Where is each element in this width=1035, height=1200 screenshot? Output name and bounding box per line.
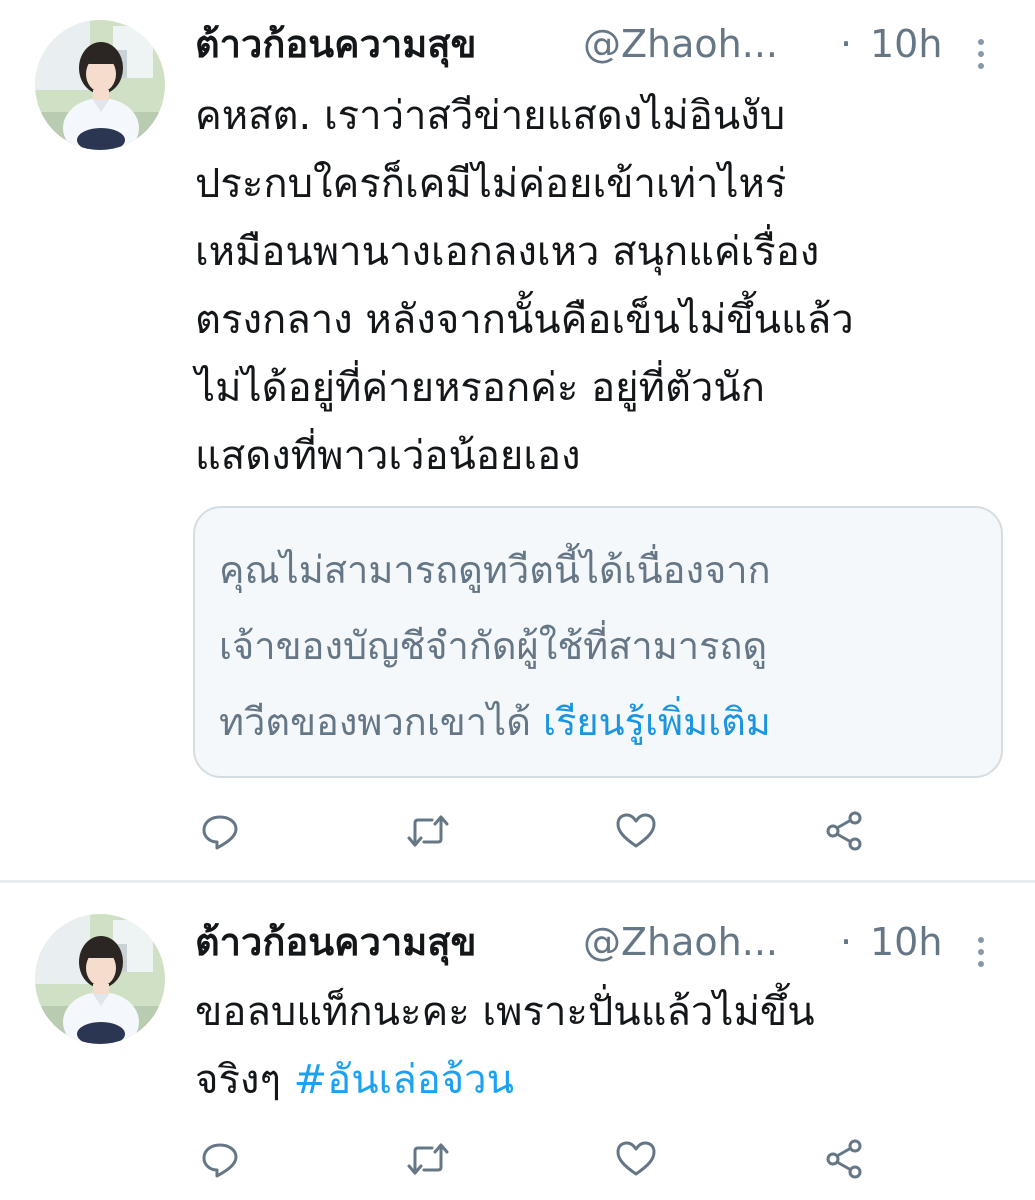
tweet-text-line-last: จริงๆ #อันเล่อจ้วน [195, 1046, 1015, 1114]
display-name[interactable]: ต้าวก้อนความสุข [195, 912, 476, 972]
tweet-text-line: เหมือนพานางเอกลงเหว สนุกแค่เรื่อง [195, 229, 820, 275]
tweet-text-line: คหสต. เราว่าสวีข่ายแสดงไม่อินงับ [195, 93, 786, 139]
notice-line: เจ้าของบัญชีจำกัดผู้ใช้ที่สามารถดู [219, 624, 768, 668]
tweet-actions [195, 806, 895, 856]
retweet-icon [407, 815, 449, 847]
tweet-text-line: ประกบใครก็เคมีไม่ค่อยเข้าเท่าไหร่ [195, 161, 787, 207]
notice-line-last: ทวีตของพวกเขาได้ เรียนรู้เพิ่มเติม [219, 684, 989, 760]
share-button[interactable] [819, 806, 869, 856]
tweet-header: ต้าวก้อนความสุข @Zhaoh... · 10h [195, 912, 1015, 972]
timestamp[interactable]: 10h [870, 912, 942, 972]
retweet-button[interactable] [403, 806, 453, 856]
retweet-button[interactable] [403, 1134, 453, 1184]
avatar-image [35, 914, 165, 1044]
tweet-header: ต้าวก้อนความสุข @Zhaoh... · 10h [195, 14, 1015, 74]
reply-icon [202, 815, 238, 850]
tweet-actions [195, 1134, 895, 1184]
hashtag-link[interactable]: #อันเล่อจ้วน [294, 1057, 514, 1103]
share-icon [826, 1139, 862, 1179]
learn-more-link[interactable]: เรียนรู้เพิ่มเติม [543, 700, 771, 744]
like-button[interactable] [611, 1134, 661, 1184]
avatar[interactable] [35, 20, 165, 150]
heart-icon [616, 813, 656, 848]
tweet-text-line: ขอลบแท็กนะคะ เพราะปั่นแล้วไม่ขึ้น [195, 989, 815, 1035]
tweet-text: ขอลบแท็กนะคะ เพราะปั่นแล้วไม่ขึ้น จริงๆ … [195, 978, 1015, 1114]
notice-line: คุณไม่สามารถดูทวีตนี้ได้เนื่องจาก [219, 548, 771, 592]
heart-icon [616, 1141, 656, 1176]
separator-dot: · [840, 22, 853, 66]
reply-icon [202, 1143, 238, 1178]
user-handle[interactable]: @Zhaoh... [583, 912, 778, 972]
user-handle[interactable]: @Zhaoh... [583, 14, 778, 74]
tweet[interactable]: ต้าวก้อนความสุข @Zhaoh... · 10h ขอลบแท็ก… [0, 884, 1035, 1200]
reply-button[interactable] [195, 1134, 245, 1184]
retweet-icon [407, 1143, 449, 1175]
like-button[interactable] [611, 806, 661, 856]
unavailable-quote-notice: คุณไม่สามารถดูทวีตนี้ได้เนื่องจาก เจ้าขอ… [193, 506, 1003, 778]
more-vertical-icon[interactable] [973, 926, 989, 967]
share-icon [826, 811, 862, 851]
tweet-text-line: ตรงกลาง หลังจากนั้นคือเข็นไม่ขึ้นแล้ว [195, 297, 854, 343]
avatar-image [35, 20, 165, 150]
separator-dot: · [840, 920, 853, 964]
reply-button[interactable] [195, 806, 245, 856]
tweet-text-line: จริงๆ [195, 1057, 281, 1103]
tweet-text-line: แสดงที่พาวเว่อน้อยเอง [195, 433, 581, 479]
tweet-text-line: ไม่ได้อยู่ที่ค่ายหรอกค่ะ อยู่ที่ตัวนัก [195, 365, 765, 411]
share-button[interactable] [819, 1134, 869, 1184]
avatar[interactable] [35, 914, 165, 1044]
timestamp[interactable]: 10h [870, 14, 942, 74]
tweet-text: คหสต. เราว่าสวีข่ายแสดงไม่อินงับ ประกบใค… [195, 82, 1015, 490]
more-vertical-icon[interactable] [973, 28, 989, 69]
notice-line: ทวีตของพวกเขาได้ [219, 700, 531, 744]
tweet[interactable]: ต้าวก้อนความสุข @Zhaoh... · 10h คหสต. เร… [0, 0, 1035, 880]
notice-text: คุณไม่สามารถดูทวีตนี้ได้เนื่องจาก เจ้าขอ… [219, 532, 989, 760]
display-name[interactable]: ต้าวก้อนความสุข [195, 14, 476, 74]
tweet-divider [0, 880, 1035, 883]
